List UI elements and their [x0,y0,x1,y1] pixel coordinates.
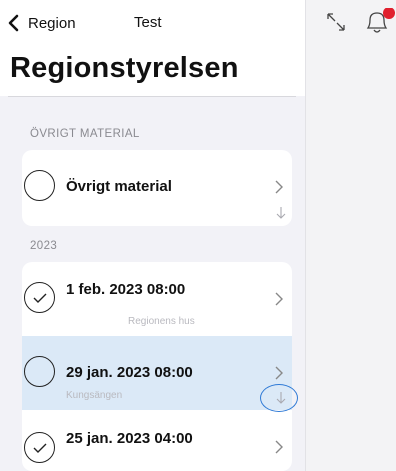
list-item-selected[interactable]: 29 jan. 2023 08:00 Kungsängen [22,336,292,410]
chevron-left-icon [8,13,26,33]
row-title: 1 feb. 2023 08:00 [66,281,186,298]
checkmark-icon [33,443,46,453]
row-title: 25 jan. 2023 04:00 [66,430,193,447]
chevron-right-icon [275,440,283,454]
list-item[interactable]: Övrigt material [22,150,292,226]
status-circle[interactable] [24,356,55,387]
list-item[interactable]: 25 jan. 2023 04:00 [22,410,292,471]
row-subtitle: Kungsängen [66,390,123,401]
back-button[interactable]: Region [8,12,76,34]
status-circle-checked[interactable] [24,432,55,463]
header-divider [8,96,296,97]
checkmark-icon [33,293,46,303]
row-subtitle: Regionens hus [128,316,195,327]
chevron-right-icon [275,366,283,380]
list-item[interactable]: 1 feb. 2023 08:00 Regionens hus [22,262,292,336]
detail-pane [305,0,396,471]
master-pane: Region Test Regionstyrelsen ÖVRIGT MATER… [0,0,305,471]
expand-arrows-icon[interactable] [326,12,346,32]
bell-icon[interactable] [364,8,396,36]
download-arrow-icon[interactable] [276,206,286,220]
section-header-ovrigt: ÖVRIGT MATERIAL [30,128,140,140]
chevron-right-icon [275,292,283,306]
notification-badge [383,8,395,19]
row-title: Övrigt material [66,178,172,195]
page-title: Regionstyrelsen [10,52,239,84]
chevron-right-icon [275,180,283,194]
section-header-2023: 2023 [30,240,58,252]
back-label: Region [28,14,76,32]
status-circle-checked[interactable] [24,282,55,313]
nav-title: Test [134,14,162,31]
row-title: 29 jan. 2023 08:00 [66,364,193,381]
nav-header: Region Test Regionstyrelsen [0,0,305,96]
status-circle[interactable] [24,170,55,201]
download-highlight-ring [260,384,298,412]
